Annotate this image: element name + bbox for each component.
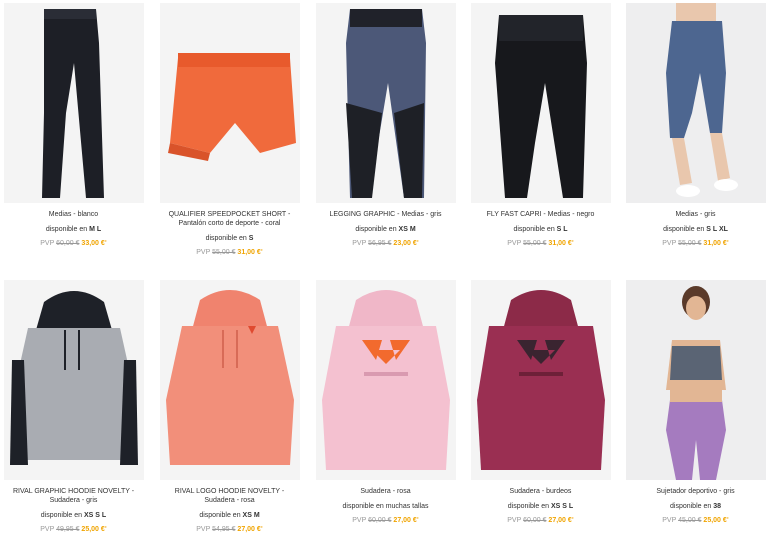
product-image[interactable] bbox=[315, 280, 456, 480]
product-card[interactable]: Medias - blanco disponible en M L PVP 60… bbox=[1, 3, 146, 248]
product-image[interactable] bbox=[159, 3, 300, 203]
product-price: PVP 45,00 € 25,00 €* bbox=[662, 517, 729, 524]
product-name[interactable]: Sudadera - rosa bbox=[313, 487, 458, 496]
product-availability: disponible en XS M bbox=[199, 512, 260, 519]
product-card[interactable]: Sujetador deportivo - gris disponible en… bbox=[623, 280, 768, 525]
product-name[interactable]: RIVAL LOGO HOODIE NOVELTY - Sudadera - r… bbox=[157, 487, 302, 505]
product-price: PVP 55,00 € 31,00 €* bbox=[662, 240, 729, 247]
product-card[interactable]: FLY FAST CAPRI - Medias - negro disponib… bbox=[468, 3, 613, 248]
product-card[interactable]: LEGGING GRAPHIC - Medias - gris disponib… bbox=[313, 3, 458, 248]
product-name[interactable]: QUALIFIER SPEEDPOCKET SHORT - Pantalón c… bbox=[157, 210, 302, 228]
product-image[interactable] bbox=[3, 280, 144, 480]
product-card[interactable]: Sudadera - rosa disponible en muchas tal… bbox=[313, 280, 458, 525]
product-price: PVP 54,95 € 27,00 €* bbox=[196, 526, 263, 533]
product-image[interactable] bbox=[470, 280, 611, 480]
product-price: PVP 60,00 € 27,00 €* bbox=[352, 517, 419, 524]
product-image[interactable] bbox=[625, 3, 766, 203]
product-price: PVP 55,00 € 31,00 €* bbox=[196, 249, 263, 256]
product-image[interactable] bbox=[625, 280, 766, 480]
product-name[interactable]: Sudadera - burdeos bbox=[468, 487, 613, 496]
product-name[interactable]: FLY FAST CAPRI - Medias - negro bbox=[468, 210, 613, 219]
product-name[interactable]: Medias - blanco bbox=[1, 210, 146, 219]
product-price: PVP 55,00 € 31,00 €* bbox=[507, 240, 574, 247]
product-price: PVP 56,95 € 23,00 €* bbox=[352, 240, 419, 247]
product-availability: disponible en XS S L bbox=[40, 512, 107, 519]
product-image[interactable] bbox=[159, 280, 300, 480]
product-availability: disponible en XS M bbox=[355, 226, 416, 233]
product-name[interactable]: LEGGING GRAPHIC - Medias - gris bbox=[313, 210, 458, 219]
product-card[interactable]: RIVAL GRAPHIC HOODIE NOVELTY - Sudadera … bbox=[1, 280, 146, 534]
product-card[interactable]: Sudadera - burdeos disponible en XS S L … bbox=[468, 280, 613, 525]
product-image[interactable] bbox=[3, 3, 144, 203]
product-name[interactable]: Sujetador deportivo - gris bbox=[623, 487, 768, 496]
product-price: PVP 49,95 € 25,00 €* bbox=[40, 526, 107, 533]
product-name[interactable]: RIVAL GRAPHIC HOODIE NOVELTY - Sudadera … bbox=[1, 487, 146, 505]
product-card[interactable]: Medias - gris disponible en S L XL PVP 5… bbox=[623, 3, 768, 248]
product-image[interactable] bbox=[315, 3, 456, 203]
product-availability: disponible en S L XL bbox=[663, 226, 728, 233]
product-grid: Medias - blanco disponible en M L PVP 60… bbox=[0, 0, 768, 546]
product-availability: disponible en XS S L bbox=[507, 503, 574, 510]
product-card[interactable]: RIVAL LOGO HOODIE NOVELTY - Sudadera - r… bbox=[157, 280, 302, 534]
product-price: PVP 60,00 € 27,00 €* bbox=[507, 517, 574, 524]
product-availability: disponible en muchas tallas bbox=[342, 503, 429, 510]
product-price: PVP 60,00 € 33,00 €* bbox=[40, 240, 107, 247]
product-availability: disponible en S bbox=[205, 235, 254, 242]
product-availability: disponible en 38 bbox=[670, 503, 721, 510]
product-availability: disponible en M L bbox=[45, 226, 102, 233]
product-name[interactable]: Medias - gris bbox=[623, 210, 768, 219]
product-availability: disponible en S L bbox=[513, 226, 568, 233]
product-image[interactable] bbox=[470, 3, 611, 203]
product-card[interactable]: QUALIFIER SPEEDPOCKET SHORT - Pantalón c… bbox=[157, 3, 302, 257]
